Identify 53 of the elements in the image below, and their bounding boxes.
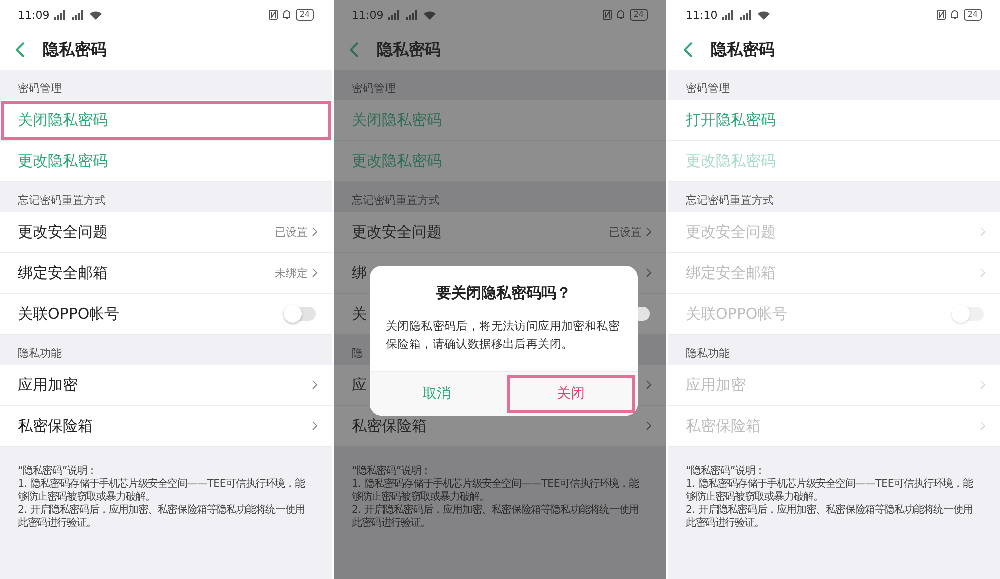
row-label: 关闭隐私密码 <box>352 110 442 130</box>
note-text: 2. 开启隐私密码后，应用加密、私密保险箱等隐私功能将统一使用此密码进行验证。 <box>18 504 306 530</box>
section-header: 隐 <box>352 346 363 361</box>
section-header: 忘记密码重置方式 <box>352 193 440 208</box>
page-title: 隐私密码 <box>43 40 107 60</box>
row-label: 绑定安全邮箱 <box>18 264 108 282</box>
row-label: 更改安全问题 <box>352 222 442 242</box>
dialog-title: 要关闭隐私密码吗？ <box>436 284 572 303</box>
row-label: 更改隐私密码 <box>18 152 108 170</box>
section-header: 密码管理 <box>18 81 62 96</box>
note-text: 1. 隐私密码存储于手机芯片级安全空间——TEE可信执行环境，能够防止密码被窃取或暴力破解。 <box>18 478 306 504</box>
note-text: 1. 隐私密码存储于手机芯片级安全空间——TEE可信执行环境，能够防止密码被窃取或暴力破解。 <box>352 478 640 504</box>
battery-level: 24 <box>964 9 982 21</box>
row-label: 更改安全问题 <box>18 222 108 242</box>
section-header: 忘记密码重置方式 <box>18 193 106 208</box>
row-label: 关联OPPO帐号 <box>18 304 120 324</box>
note-text: 2. 开启隐私密码后，应用加密、私密保险箱等隐私功能将统一使用此密码进行验证。 <box>686 504 974 530</box>
section-header: 密码管理 <box>352 81 396 96</box>
status-time: 11:09 <box>18 8 50 22</box>
row-label: 私密保险箱 <box>686 416 761 436</box>
status-time: 11:09 <box>352 8 384 22</box>
row-label: 绑定安全邮箱 <box>686 264 776 282</box>
note-text: 2. 开启隐私密码后，应用加密、私密保险箱等隐私功能将统一使用此密码进行验证。 <box>352 504 640 530</box>
row-label: 应用加密 <box>18 376 78 394</box>
page-title: 隐私密码 <box>711 40 775 60</box>
row-label: 关 <box>352 304 367 324</box>
dialog-message: 关闭隐私密码后，将无法访问应用加密和私密保险箱，请确认数据移出后再关闭。 <box>386 318 622 353</box>
note-text: “隐私密码”说明： <box>352 465 432 478</box>
row-label: 应用加密 <box>686 376 746 394</box>
section-header: 密码管理 <box>686 81 730 96</box>
row-value: 已设置 <box>275 224 308 240</box>
row-value: 未绑定 <box>275 266 308 280</box>
row-label: 打开隐私密码 <box>686 110 776 130</box>
row-label: 关联OPPO帐号 <box>686 304 788 324</box>
status-time: 11:10 <box>686 8 718 22</box>
row-label: 更改安全问题 <box>686 222 776 242</box>
note-text: “隐私密码”说明： <box>18 465 98 478</box>
section-header: 隐私功能 <box>18 346 62 361</box>
row-label: 私密保险箱 <box>18 416 93 436</box>
row-label: 更改隐私密码 <box>352 152 442 170</box>
row-label: 应 <box>352 376 367 394</box>
battery-level: 24 <box>296 9 314 21</box>
row-label: 私密保险箱 <box>352 416 427 436</box>
row-label: 关闭隐私密码 <box>18 110 108 130</box>
battery-level: 24 <box>630 9 648 21</box>
row-label: 绑 <box>352 264 367 282</box>
note-text: 1. 隐私密码存储于手机芯片级安全空间——TEE可信执行环境，能够防止密码被窃取或暴力破解。 <box>686 478 974 504</box>
page-title: 隐私密码 <box>377 40 441 60</box>
section-header: 隐私功能 <box>686 346 730 361</box>
section-header: 忘记密码重置方式 <box>686 193 774 208</box>
row-value: 已设置 <box>609 224 642 240</box>
row-label: 更改隐私密码 <box>686 152 776 170</box>
note-text: “隐私密码”说明： <box>686 465 766 478</box>
